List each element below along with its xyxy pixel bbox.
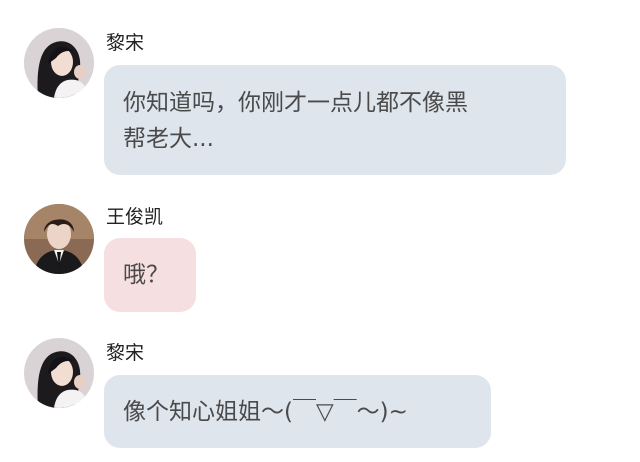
avatar-image: [24, 338, 94, 408]
girl-portrait-avatar[interactable]: [24, 28, 94, 98]
message-text-line: 你知道吗，你刚才一点儿都不像黑: [123, 90, 468, 116]
message-row: 王俊凯 哦？: [0, 185, 640, 325]
message-bubble[interactable]: 像个知心姐姐～(￣▽￣～)~: [104, 375, 491, 448]
message-row: 黎宋 像个知心姐姐～(￣▽￣～)~: [0, 325, 640, 462]
sender-name: 黎宋: [106, 342, 145, 364]
message-text-line: 像个知心姐姐～(￣▽￣～)~: [123, 399, 408, 425]
message-text-line: 帮老大...: [123, 126, 214, 152]
message-row: 黎宋 你知道吗，你刚才一点儿都不像黑 帮老大...: [0, 0, 640, 185]
sender-name: 黎宋: [106, 32, 145, 54]
message-bubble[interactable]: 哦？: [104, 238, 196, 312]
avatar-image: [24, 28, 94, 98]
sender-name: 王俊凯: [106, 206, 164, 228]
boy-portrait-avatar[interactable]: [24, 204, 94, 274]
avatar-image: [24, 204, 94, 274]
message-text-line: 哦？: [123, 262, 169, 288]
girl-portrait-avatar[interactable]: [24, 338, 94, 408]
message-bubble[interactable]: 你知道吗，你刚才一点儿都不像黑 帮老大...: [104, 65, 566, 175]
chat-conversation: 黎宋 你知道吗，你刚才一点儿都不像黑 帮老大... 王俊凯 哦？ 黎宋 像个知心…: [0, 0, 640, 462]
